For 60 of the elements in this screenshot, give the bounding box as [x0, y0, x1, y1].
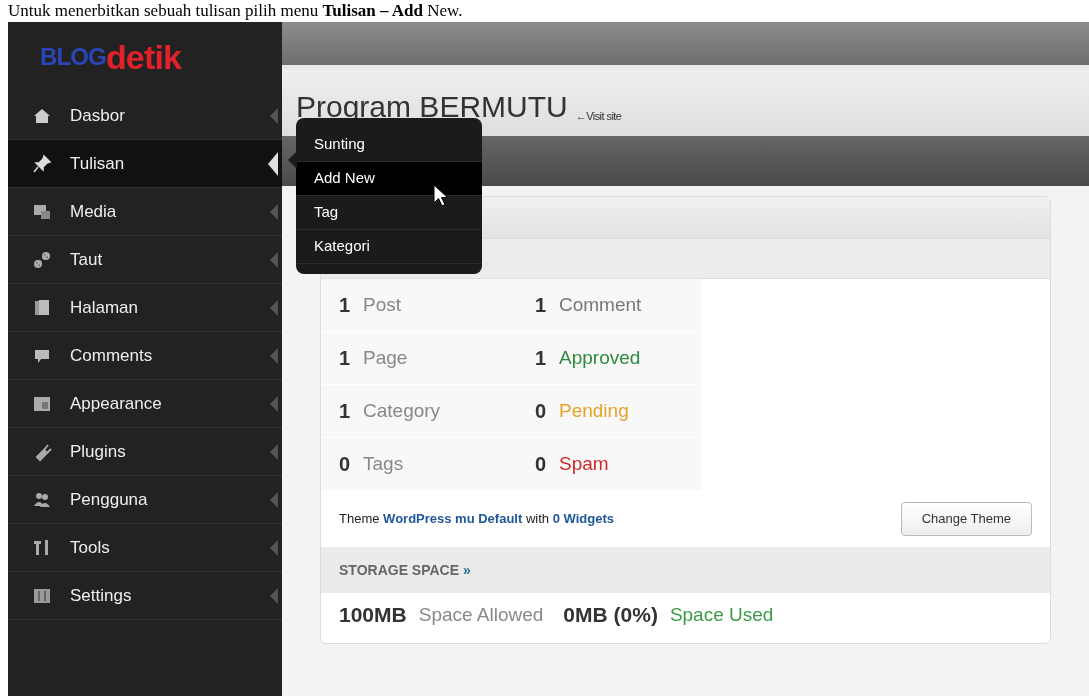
- theme-link[interactable]: WordPress mu Default: [383, 511, 523, 527]
- count: 0: [339, 452, 352, 477]
- stat-label: Page: [363, 345, 409, 370]
- visit-site-link[interactable]: ←Visit site: [575, 111, 622, 122]
- count: 1: [339, 293, 352, 318]
- theme-text: with: [525, 511, 550, 527]
- menu-label: Dasbor: [70, 104, 126, 127]
- caret-icon: [270, 107, 278, 124]
- menu-label: Media: [70, 200, 118, 223]
- stat-label: Pending: [559, 398, 629, 423]
- pushpin-icon: [32, 153, 52, 174]
- pages-icon: [32, 297, 52, 318]
- caret-icon: [270, 443, 278, 460]
- storage-title: STORAGE SPACE: [339, 560, 460, 580]
- theme-text: Theme: [339, 511, 380, 527]
- caret-icon: [270, 587, 278, 604]
- chain-link-icon: [32, 249, 52, 270]
- stat-label: Tags: [363, 451, 405, 476]
- count: 1: [535, 346, 548, 371]
- logo: BLOGdetik: [39, 37, 183, 78]
- storage-link[interactable]: »: [463, 559, 471, 581]
- menu-label: Tulisan: [70, 152, 126, 175]
- menu-label: Plugins: [70, 440, 127, 463]
- allowed-amount: 100MB: [339, 602, 407, 629]
- caret-icon: [270, 251, 278, 268]
- site-title: Program BERMUTU: [296, 92, 568, 122]
- used-amount: 0MB (0%): [563, 602, 658, 629]
- caret-icon: [268, 151, 278, 176]
- caret-icon: [270, 203, 278, 220]
- caret-icon: [270, 395, 278, 412]
- count: 1: [535, 293, 548, 318]
- widgets-link[interactable]: 0 Widgets: [552, 511, 614, 527]
- menu-label: Tools: [70, 536, 111, 559]
- stat-label: Post: [363, 292, 403, 317]
- submenu-pointer-icon: [288, 151, 297, 169]
- menu-label: Halaman: [70, 296, 140, 319]
- mouse-cursor-icon: [433, 184, 449, 208]
- menu-label: Comments: [70, 344, 154, 367]
- caret-icon: [270, 491, 278, 508]
- change-theme-button[interactable]: Change Theme: [900, 502, 1032, 536]
- stat-label: Comment: [559, 292, 642, 317]
- stat-label: Category: [363, 398, 442, 423]
- menu-label: Appearance: [70, 392, 163, 415]
- caret-icon: [270, 347, 278, 364]
- count: 1: [339, 346, 352, 371]
- sidebar-item[interactable]: Tulisan: [8, 140, 282, 188]
- used-label: Space Used: [669, 602, 774, 627]
- count: 0: [535, 452, 548, 477]
- stat-label: Spam: [559, 451, 609, 476]
- allowed-label: Space Allowed: [418, 602, 544, 627]
- submenu-item[interactable]: Add New: [296, 162, 482, 196]
- count: 1: [339, 399, 352, 424]
- caret-icon: [270, 539, 278, 556]
- count: 0: [535, 399, 548, 424]
- caption: Untuk menerbitkan sebuah tulisan pilih menu Tulisan – Add New.: [7, 0, 464, 22]
- caret-icon: [270, 299, 278, 316]
- menu-label: Taut: [70, 248, 104, 271]
- stat-label: Approved: [559, 345, 641, 370]
- menu-label: Pengguna: [70, 488, 149, 511]
- menu-label: Settings: [70, 584, 133, 607]
